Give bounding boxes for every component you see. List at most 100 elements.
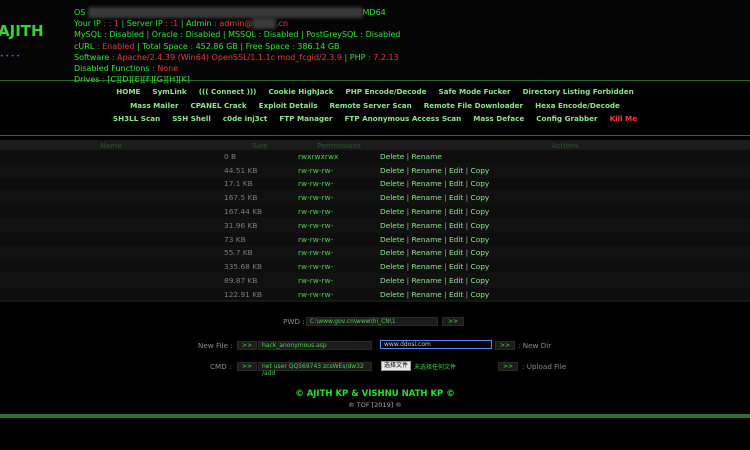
file-name-cell[interactable] (0, 259, 222, 275)
nav-link-kill-me[interactable]: Kill Me (610, 112, 638, 126)
delete-link[interactable]: Delete (380, 262, 404, 271)
edit-link[interactable]: Edit (449, 290, 463, 299)
file-permissions[interactable]: rw-rw-rw- (298, 163, 380, 178)
copy-link[interactable]: Copy (471, 166, 490, 175)
delete-link[interactable]: Delete (380, 207, 404, 216)
nav-link-mass-mailer[interactable]: Mass Mailer (130, 99, 178, 113)
new-dir-go-button[interactable]: >> (495, 341, 515, 350)
file-name-cell[interactable] (0, 204, 222, 219)
cmd-go-button[interactable]: >> (237, 362, 257, 371)
copy-link[interactable]: Copy (471, 235, 490, 244)
edit-link[interactable]: Edit (449, 262, 463, 271)
software-line: Software : Apache/2.4.39 (Win64) OpenSSL… (74, 52, 399, 62)
edit-link[interactable]: Edit (449, 248, 463, 257)
rename-link[interactable]: Rename (412, 179, 442, 188)
new-file-input[interactable]: hack_anonymous.asp (258, 341, 372, 350)
rename-link[interactable]: Rename (412, 193, 442, 202)
copy-link[interactable]: Copy (471, 290, 490, 299)
file-permissions[interactable]: rw-rw-rw- (298, 204, 380, 219)
rename-link[interactable]: Rename (412, 152, 442, 161)
nav-link-ftp-anonymous-access-scan[interactable]: FTP Anonymous Access Scan (345, 112, 462, 126)
nav-link-ftp-manager[interactable]: FTP Manager (279, 112, 332, 126)
nav-link-symlink[interactable]: SymLink (152, 85, 186, 99)
file-name-cell[interactable] (0, 190, 222, 206)
rename-link[interactable]: Rename (412, 276, 442, 285)
edit-link[interactable]: Edit (449, 276, 463, 285)
file-permissions[interactable]: rw-rw-rw- (298, 259, 380, 275)
pwd-go-button[interactable]: >> (442, 317, 464, 326)
delete-link[interactable]: Delete (380, 179, 404, 188)
rename-link[interactable]: Rename (412, 207, 442, 216)
copy-link[interactable]: Copy (471, 221, 490, 230)
nav-link-safe-mode-fucker[interactable]: Safe Mode Fucker (439, 85, 511, 99)
file-name-cell[interactable] (0, 273, 222, 288)
rename-link[interactable]: Rename (412, 166, 442, 175)
file-name-cell[interactable] (0, 232, 222, 247)
edit-link[interactable]: Edit (449, 221, 463, 230)
nav-link-c0de-inj3ct[interactable]: c0de inj3ct (223, 112, 268, 126)
cmd-input[interactable]: net user QQ569743 zcsWEs/dw32 /add (258, 362, 372, 377)
nav-link-mass-deface[interactable]: Mass Deface (473, 112, 524, 126)
file-permissions[interactable]: rwxrwxrwx (298, 150, 380, 164)
file-size: 167.5 KB (222, 190, 298, 206)
edit-link[interactable]: Edit (449, 235, 463, 244)
delete-link[interactable]: Delete (380, 221, 404, 230)
action-separator: | (404, 151, 412, 161)
file-permissions[interactable]: rw-rw-rw- (298, 190, 380, 206)
rename-link[interactable]: Rename (412, 235, 442, 244)
file-name-cell[interactable] (0, 150, 222, 164)
new-dir-input[interactable]: www.ddosi.com (380, 340, 492, 349)
new-file-go-button[interactable]: >> (237, 341, 257, 350)
copy-link[interactable]: Copy (471, 276, 490, 285)
nav-link-cookie-highjack[interactable]: Cookie HighJack (268, 85, 333, 99)
copy-link[interactable]: Copy (471, 262, 490, 271)
nav-link-home[interactable]: HOME (116, 85, 140, 99)
delete-link[interactable]: Delete (380, 152, 404, 161)
nav-link-config-grabber[interactable]: Config Grabber (536, 112, 597, 126)
copy-link[interactable]: Copy (471, 193, 490, 202)
delete-link[interactable]: Delete (380, 166, 404, 175)
file-name-cell[interactable] (0, 218, 222, 233)
file-permissions[interactable]: rw-rw-rw- (298, 177, 380, 192)
edit-link[interactable]: Edit (449, 166, 463, 175)
table-row: 0 Brwxrwxrwx Delete | Rename (0, 150, 750, 164)
file-permissions[interactable]: rw-rw-rw- (298, 246, 380, 261)
edit-link[interactable]: Edit (449, 193, 463, 202)
nav-link-hexa-encode-decode[interactable]: Hexa Encode/Decode (535, 99, 620, 113)
action-separator: | (404, 179, 412, 189)
nav-link-remote-file-downloader[interactable]: Remote File Downloader (424, 99, 523, 113)
copy-link[interactable]: Copy (471, 207, 490, 216)
delete-link[interactable]: Delete (380, 276, 404, 285)
file-permissions[interactable]: rw-rw-rw- (298, 218, 380, 233)
upload-go-button[interactable]: >> (498, 362, 518, 371)
nav-link-ssh-shell[interactable]: SSH Shell (172, 112, 211, 126)
nav-link-remote-server-scan[interactable]: Remote Server Scan (330, 99, 412, 113)
nav-link-php-encode-decode[interactable]: PHP Encode/Decode (346, 85, 427, 99)
file-permissions[interactable]: rw-rw-rw- (298, 232, 380, 247)
nav-link-directory-listing-forbidden[interactable]: Directory Listing Forbidden (523, 85, 634, 99)
rename-link[interactable]: Rename (412, 221, 442, 230)
action-separator: | (441, 289, 450, 299)
nav-link-cpanel-crack[interactable]: CPANEL Crack (191, 99, 247, 113)
rename-link[interactable]: Rename (412, 248, 442, 257)
action-separator: | (404, 165, 412, 175)
file-name-cell[interactable] (0, 163, 222, 178)
edit-link[interactable]: Edit (449, 179, 463, 188)
delete-link[interactable]: Delete (380, 193, 404, 202)
file-name-cell[interactable] (0, 177, 222, 192)
edit-link[interactable]: Edit (449, 207, 463, 216)
copy-link[interactable]: Copy (471, 179, 490, 188)
delete-link[interactable]: Delete (380, 248, 404, 257)
file-permissions[interactable]: rw-rw-rw- (298, 273, 380, 288)
nav-link-exploit-details[interactable]: Exploit Details (259, 99, 318, 113)
file-name-cell[interactable] (0, 246, 222, 261)
pwd-input[interactable]: C:\www.gov.cn\www\hi_CN\1 (306, 317, 438, 326)
rename-link[interactable]: Rename (412, 290, 442, 299)
copy-link[interactable]: Copy (471, 248, 490, 257)
nav-link-sh3ll-scan[interactable]: SH3LL Scan (113, 112, 160, 126)
nav-link-connect[interactable]: ((( Connect ))) (199, 85, 257, 99)
rename-link[interactable]: Rename (412, 262, 442, 271)
choose-file-button[interactable]: 选择文件 (381, 361, 412, 371)
delete-link[interactable]: Delete (380, 235, 404, 244)
delete-link[interactable]: Delete (380, 290, 404, 299)
